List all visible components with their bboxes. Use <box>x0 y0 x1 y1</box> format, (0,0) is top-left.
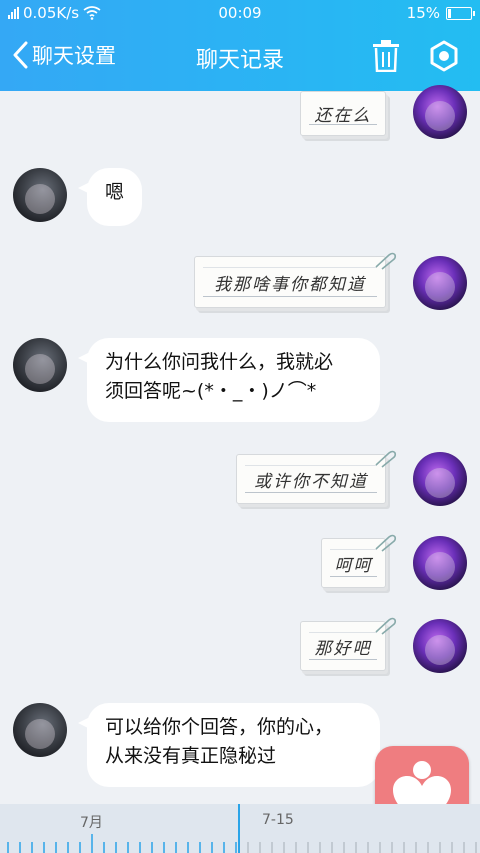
avatar[interactable] <box>413 85 467 139</box>
battery-icon <box>446 6 475 20</box>
note-line <box>203 267 377 268</box>
timeline-cursor[interactable] <box>238 804 240 853</box>
message-note[interactable]: 那好吧 <box>300 617 397 671</box>
avatar[interactable] <box>413 452 467 506</box>
timeline-label-date: 7-15 <box>262 812 294 828</box>
message-bubble[interactable]: 可以给你个回答，你的心， 从来没有真正隐秘过 <box>78 703 380 787</box>
message-row: 呵呵 <box>0 534 480 596</box>
paperclip-icon <box>375 617 397 635</box>
message-row: 那好吧 <box>0 617 480 679</box>
timeline-scrubber[interactable]: 7月 7-15 <box>0 804 480 853</box>
delete-button[interactable] <box>372 40 400 76</box>
avatar-face <box>425 101 455 131</box>
message-note[interactable]: 我那啥事你都知道 <box>194 252 397 308</box>
timeline-label-month: 7月 <box>80 815 103 831</box>
message-bubble[interactable]: 为什么你问我什么，我就必 须回答呢~(*・_・)ノ⌒* <box>78 338 380 422</box>
nav-bar: 聊天设置 聊天记录 <box>0 30 480 86</box>
avatar-face <box>25 719 55 749</box>
message-bubble[interactable]: 嗯 <box>77 168 143 226</box>
note-line <box>330 576 377 577</box>
paperclip-icon <box>375 450 397 468</box>
note-line <box>330 549 377 550</box>
note-line <box>309 124 377 125</box>
avatar-face <box>425 635 455 665</box>
status-right: 15% <box>406 4 475 22</box>
header-bar: 0.05K/s 00:09 15% 聊天设置 聊天记录 <box>0 0 480 91</box>
avatar[interactable] <box>413 256 467 310</box>
trash-icon <box>373 40 399 73</box>
message-text: 或许你不知道 <box>254 471 368 492</box>
avatar[interactable] <box>413 619 467 673</box>
avatar[interactable] <box>13 703 67 757</box>
message-row: 为什么你问我什么，我就必 须回答呢~(*・_・)ノ⌒* <box>0 338 480 428</box>
message-text: 我那啥事你都知道 <box>214 274 366 295</box>
message-text: 呵呵 <box>334 555 373 576</box>
message-row: 嗯 <box>0 168 480 228</box>
message-text-line: 从来没有真正隐秘过 <box>105 745 277 767</box>
status-bar: 0.05K/s 00:09 15% <box>0 0 480 26</box>
message-text: 那好吧 <box>314 638 372 659</box>
message-text-line: 可以给你个回答，你的心， <box>105 716 334 738</box>
paperclip-icon <box>375 534 397 552</box>
avatar-face <box>25 354 55 384</box>
settings-hexagon-icon <box>430 40 458 72</box>
message-row: 还在么 <box>0 85 480 141</box>
message-note[interactable]: 还在么 <box>300 91 386 136</box>
settings-button[interactable] <box>429 40 459 76</box>
message-row: 或许你不知道 <box>0 450 480 512</box>
battery-percent: 15% <box>406 4 440 22</box>
avatar-face <box>425 272 455 302</box>
note-line <box>203 296 377 297</box>
message-text-line: 须回答呢~(*・_・)ノ⌒* <box>105 380 317 402</box>
avatar[interactable] <box>13 168 67 222</box>
message-text-line: 为什么你问我什么，我就必 <box>105 351 334 373</box>
timeline-ticks <box>7 834 477 853</box>
note-line <box>309 632 377 633</box>
message-note[interactable]: 或许你不知道 <box>236 450 397 504</box>
message-text: 嗯 <box>105 181 125 203</box>
avatar-face <box>25 184 55 214</box>
note-line <box>245 492 377 493</box>
avatar-face <box>425 468 455 498</box>
note-line <box>245 465 377 466</box>
avatar[interactable] <box>413 536 467 590</box>
message-note[interactable]: 呵呵 <box>321 534 397 588</box>
avatar-face <box>425 552 455 582</box>
message-row: 我那啥事你都知道 <box>0 252 480 314</box>
message-text: 还在么 <box>314 106 372 126</box>
page-title: 聊天记录 <box>195 48 284 73</box>
avatar[interactable] <box>13 338 67 392</box>
paperclip-icon <box>375 252 397 270</box>
note-line <box>309 659 377 660</box>
